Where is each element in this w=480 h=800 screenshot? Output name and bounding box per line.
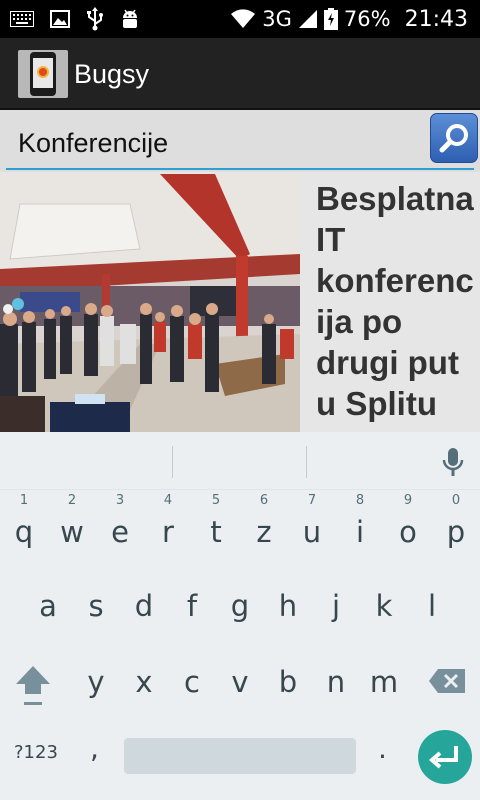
suggestion-strip	[0, 432, 480, 490]
key-t[interactable]: 5t	[192, 494, 240, 562]
keyboard-icon	[10, 11, 34, 27]
soft-keyboard: ?123 , . 1q2w3e4r5t6z7u8i9o0pasdfghjklyx…	[0, 432, 480, 800]
clock: 21:43	[404, 6, 468, 32]
key-z[interactable]: 6z	[240, 494, 288, 562]
key-label: y	[87, 665, 105, 699]
comma-key[interactable]: ,	[90, 732, 99, 765]
key-hint: 9	[403, 493, 413, 508]
key-r[interactable]: 4r	[144, 494, 192, 562]
key-label: v	[231, 665, 249, 699]
search-input[interactable]	[6, 118, 474, 170]
key-p[interactable]: 0p	[432, 494, 480, 562]
key-label: x	[135, 665, 153, 699]
network-type: 3G	[262, 7, 292, 31]
key-hint: 0	[451, 493, 461, 508]
battery-icon	[323, 8, 338, 30]
key-s[interactable]: s	[72, 576, 120, 636]
key-y[interactable]: y	[72, 652, 120, 712]
key-b[interactable]: b	[264, 652, 312, 712]
key-u[interactable]: 7u	[288, 494, 336, 562]
key-hint: 4	[163, 493, 173, 508]
shift-key[interactable]	[14, 664, 52, 708]
key-label: j	[331, 589, 341, 623]
key-k[interactable]: k	[360, 576, 408, 636]
key-label: w	[60, 515, 84, 549]
enter-key[interactable]	[418, 730, 472, 784]
key-a[interactable]: a	[24, 576, 72, 636]
key-i[interactable]: 8i	[336, 494, 384, 562]
key-c[interactable]: c	[168, 652, 216, 712]
key-m[interactable]: m	[360, 652, 408, 712]
key-hint: 3	[115, 493, 125, 508]
search-bar	[0, 110, 480, 172]
android-icon	[123, 9, 137, 28]
key-h[interactable]: h	[264, 576, 312, 636]
key-label: e	[111, 515, 129, 549]
space-bar[interactable]	[124, 738, 356, 774]
key-label: f	[186, 589, 198, 623]
news-list: Besplatna IT konferencija po drugi put u…	[0, 172, 480, 432]
key-label: i	[355, 515, 365, 549]
key-d[interactable]: d	[120, 576, 168, 636]
key-hint: 5	[211, 493, 221, 508]
key-e[interactable]: 3e	[96, 494, 144, 562]
battery-percent: 76%	[343, 7, 391, 31]
wifi-icon	[231, 9, 256, 28]
symbols-key[interactable]: ?123	[14, 742, 58, 763]
key-label: p	[446, 515, 466, 549]
key-n[interactable]: n	[312, 652, 360, 712]
key-q[interactable]: 1q	[0, 494, 48, 562]
enter-icon	[428, 746, 458, 769]
suggestion-divider	[306, 446, 307, 478]
key-hint: 1	[19, 493, 29, 508]
key-label: o	[399, 515, 417, 549]
backspace-key[interactable]	[428, 668, 466, 694]
image-icon	[50, 10, 70, 28]
app-logo-icon[interactable]	[18, 50, 68, 98]
key-label: m	[369, 665, 399, 699]
key-label: z	[256, 515, 272, 549]
key-label: d	[134, 589, 154, 623]
key-label: g	[230, 589, 250, 623]
key-label: r	[162, 515, 174, 549]
key-hint: 2	[67, 493, 77, 508]
search-button[interactable]	[430, 113, 478, 163]
key-label: h	[278, 589, 298, 623]
key-l[interactable]: l	[408, 576, 456, 636]
news-image[interactable]	[0, 174, 300, 432]
key-j[interactable]: j	[312, 576, 360, 636]
search-icon	[439, 124, 468, 153]
key-label: u	[302, 515, 322, 549]
signal-icon	[298, 10, 317, 28]
key-x[interactable]: x	[120, 652, 168, 712]
key-label: s	[88, 589, 104, 623]
microphone-icon[interactable]	[440, 446, 466, 478]
key-f[interactable]: f	[168, 576, 216, 636]
key-v[interactable]: v	[216, 652, 264, 712]
app-title: Bugsy	[74, 59, 150, 89]
status-bar: 3G 76% 21:43	[0, 0, 480, 38]
usb-icon	[87, 7, 103, 31]
key-label: c	[184, 665, 200, 699]
key-label: q	[14, 515, 34, 549]
key-label: a	[39, 589, 57, 623]
app-bar: Bugsy	[0, 38, 480, 110]
key-label: t	[210, 515, 222, 549]
period-key[interactable]: .	[378, 732, 387, 765]
key-hint: 7	[307, 493, 317, 508]
key-hint: 8	[355, 493, 365, 508]
key-label: l	[427, 589, 437, 623]
key-label: n	[326, 665, 346, 699]
news-title[interactable]: Besplatna IT konferencija po drugi put u…	[316, 178, 480, 424]
key-hint: 6	[259, 493, 269, 508]
key-o[interactable]: 9o	[384, 494, 432, 562]
key-g[interactable]: g	[216, 576, 264, 636]
conference-photo	[0, 174, 300, 432]
key-label: b	[278, 665, 298, 699]
key-label: k	[375, 589, 393, 623]
key-w[interactable]: 2w	[48, 494, 96, 562]
suggestion-divider	[172, 446, 173, 478]
